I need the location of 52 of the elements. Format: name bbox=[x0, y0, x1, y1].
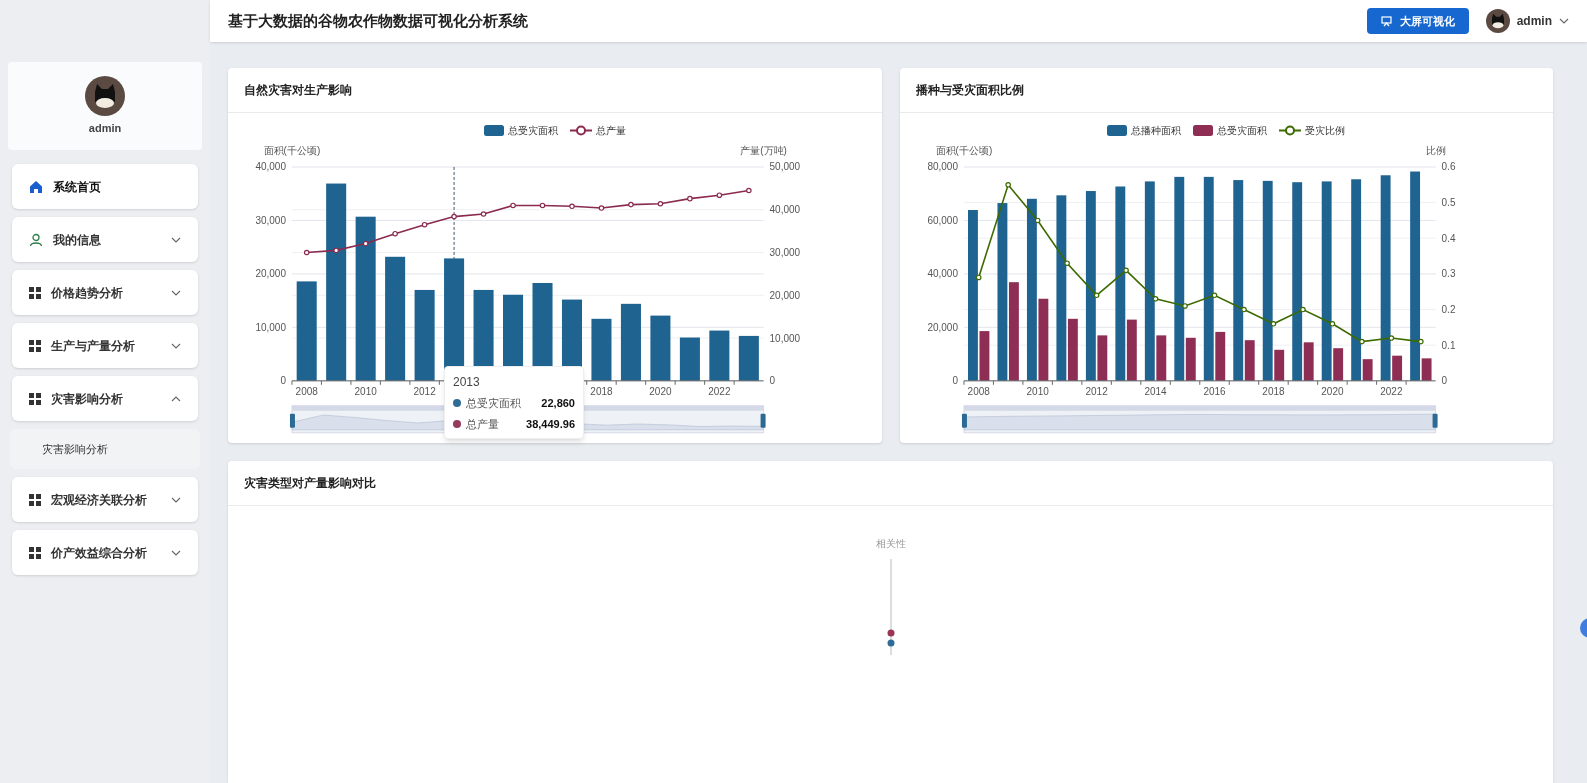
tick-label: 2012 bbox=[413, 385, 436, 397]
tooltip-value: 38,449.96 bbox=[526, 416, 575, 432]
tick-label: 40,000 bbox=[769, 204, 801, 216]
tick-label: 80,000 bbox=[926, 161, 958, 173]
tick-label: 2010 bbox=[354, 385, 377, 397]
tooltip-label: 总产量 bbox=[466, 416, 500, 432]
tick-label: 0 bbox=[951, 375, 958, 387]
axis-title: 产量(万吨) bbox=[740, 145, 787, 156]
tick-label: 40,000 bbox=[926, 268, 958, 280]
app-title: 基于大数据的谷物农作物数据可视化分析系统 bbox=[228, 10, 529, 31]
tick-label: 20,000 bbox=[255, 268, 286, 280]
tick-label: 2020 bbox=[1320, 385, 1344, 397]
tick-label: 0.1 bbox=[1441, 339, 1455, 351]
card-title: 播种与受灾面积比例 bbox=[899, 68, 1553, 113]
tick-label: 2018 bbox=[590, 385, 613, 397]
tick-label: 0.2 bbox=[1441, 304, 1455, 316]
tooltip-value: 22,860 bbox=[541, 396, 575, 411]
tick-label: 30,000 bbox=[255, 214, 286, 226]
tick-label: 2014 bbox=[1143, 385, 1167, 397]
tick-label: 0 bbox=[1441, 375, 1447, 387]
tick-label: 10,000 bbox=[255, 321, 286, 333]
tick-label: 2020 bbox=[649, 385, 672, 397]
card-title: 自然灾害对生产影响 bbox=[228, 68, 882, 113]
tick-label: 50,000 bbox=[769, 161, 801, 173]
tick-label: 0 bbox=[769, 375, 776, 387]
tick-label: 2016 bbox=[1202, 385, 1226, 397]
tick-label: 2018 bbox=[1261, 385, 1285, 397]
tick-label: 0.5 bbox=[1441, 197, 1455, 209]
tick-label: 0.3 bbox=[1441, 268, 1455, 280]
tick-label: 2008 bbox=[295, 385, 318, 397]
user-name: admin bbox=[88, 120, 122, 136]
axis-title: 面积(千公顷) bbox=[263, 145, 321, 156]
tick-label: 0 bbox=[280, 375, 286, 387]
tick-label: 20,000 bbox=[769, 289, 801, 301]
tick-label: 20,000 bbox=[926, 321, 958, 333]
tooltip-label: 总受灾面积 bbox=[466, 396, 522, 411]
tick-label: 2022 bbox=[1379, 385, 1402, 397]
tick-label: 40,000 bbox=[255, 161, 286, 173]
tooltip-title: 2013 bbox=[453, 374, 481, 391]
tick-label: 10,000 bbox=[769, 332, 801, 344]
tick-label: 60,000 bbox=[926, 214, 958, 226]
axis-title: 相关性 bbox=[875, 537, 906, 551]
tick-label: 2012 bbox=[1085, 385, 1108, 397]
tick-label: 2008 bbox=[967, 385, 990, 397]
tick-label: 2022 bbox=[708, 385, 731, 397]
card-title: 灾害类型对产量影响对比 bbox=[228, 461, 1553, 506]
tick-label: 0.6 bbox=[1441, 161, 1455, 173]
axis-title: 面积(千公顷) bbox=[935, 145, 992, 156]
tick-label: 2010 bbox=[1026, 385, 1049, 397]
tick-label: 30,000 bbox=[769, 247, 801, 258]
axis-title: 比例 bbox=[1425, 145, 1446, 156]
tick-label: 0.4 bbox=[1441, 232, 1455, 244]
